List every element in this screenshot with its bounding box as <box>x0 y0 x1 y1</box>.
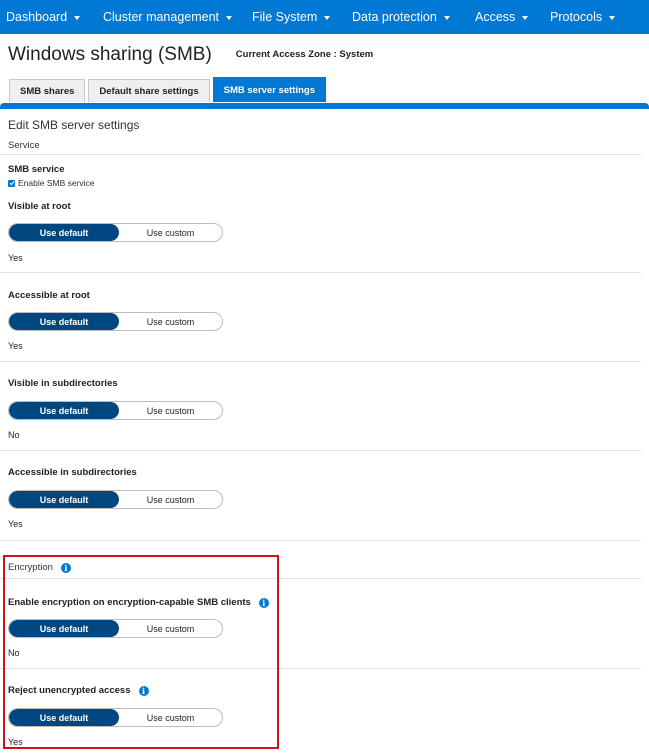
nav-dashboard-label: Dashboard <box>6 10 68 24</box>
visible-at-root-toggle: Use default Use custom <box>8 223 223 242</box>
chevron-down-icon <box>443 15 450 20</box>
nav-dashboard[interactable]: Dashboard <box>6 0 81 34</box>
accessible-at-root-value: Yes <box>8 341 23 351</box>
reject-unencrypted-access-label-text: Reject unencrypted access <box>8 685 131 696</box>
enable-smb-service-checkbox[interactable] <box>8 179 15 187</box>
chevron-down-icon <box>74 15 81 20</box>
use-custom-button[interactable]: Use custom <box>119 402 222 419</box>
divider <box>0 540 641 541</box>
use-default-button[interactable]: Use default <box>9 491 119 508</box>
smb-service-label: SMB service <box>8 164 65 175</box>
current-access-zone: Current Access Zone : System <box>235 49 374 60</box>
tab-underline <box>0 103 649 109</box>
use-default-button[interactable]: Use default <box>9 224 119 241</box>
use-custom-button[interactable]: Use custom <box>119 709 222 726</box>
visible-in-subdirectories-label: Visible in subdirectories <box>8 378 118 389</box>
use-default-button[interactable]: Use default <box>9 402 119 419</box>
info-icon[interactable]: i <box>138 685 149 696</box>
encryption-section-heading: Encryption i <box>8 562 71 573</box>
nav-access[interactable]: Access <box>475 0 529 34</box>
tab-bar: SMB shares Default share settings SMB se… <box>9 77 329 103</box>
enable-smb-service-checkbox-row[interactable]: Enable SMB service <box>8 178 95 188</box>
use-custom-button[interactable]: Use custom <box>119 620 222 637</box>
reject-unencrypted-access-value: Yes <box>8 737 23 747</box>
divider <box>0 361 641 362</box>
accessible-in-subdirectories-value: Yes <box>8 519 23 529</box>
tab-smb-server-settings[interactable]: SMB server settings <box>212 77 326 102</box>
encryption-section-label: Encryption <box>8 562 53 573</box>
use-custom-button[interactable]: Use custom <box>119 491 222 508</box>
nav-cluster-management[interactable]: Cluster management <box>103 0 233 34</box>
info-icon[interactable]: i <box>60 562 71 573</box>
accessible-at-root-label: Accessible at root <box>8 290 90 301</box>
form-heading: Edit SMB server settings <box>8 118 140 132</box>
tab-default-share-settings[interactable]: Default share settings <box>88 79 210 102</box>
nav-access-label: Access <box>475 10 516 24</box>
divider <box>0 272 641 273</box>
chevron-down-icon <box>226 15 233 20</box>
use-custom-button[interactable]: Use custom <box>119 224 222 241</box>
reject-unencrypted-access-toggle: Use default Use custom <box>8 708 223 727</box>
nav-protocols-label: Protocols <box>550 10 603 24</box>
divider <box>0 154 641 155</box>
divider <box>0 450 641 451</box>
use-custom-button[interactable]: Use custom <box>119 313 222 330</box>
visible-at-root-label: Visible at root <box>8 201 71 212</box>
nav-file-system-label: File System <box>252 10 318 24</box>
chevron-down-icon <box>609 15 616 20</box>
enable-encryption-label: Enable encryption on encryption-capable … <box>8 597 269 608</box>
chevron-down-icon <box>522 15 529 20</box>
reject-unencrypted-access-label: Reject unencrypted access i <box>8 685 149 696</box>
service-section-heading: Service <box>8 140 40 151</box>
nav-data-protection[interactable]: Data protection <box>352 0 450 34</box>
enable-encryption-value: No <box>8 648 20 658</box>
use-default-button[interactable]: Use default <box>9 313 119 330</box>
enable-encryption-toggle: Use default Use custom <box>8 619 223 638</box>
nav-protocols[interactable]: Protocols <box>550 0 616 34</box>
nav-data-protection-label: Data protection <box>352 10 437 24</box>
nav-cluster-management-label: Cluster management <box>103 10 220 24</box>
nav-file-system[interactable]: File System <box>252 0 331 34</box>
info-icon[interactable]: i <box>258 597 269 608</box>
accessible-in-subdirectories-toggle: Use default Use custom <box>8 490 223 509</box>
page-header: Windows sharing (SMB) Current Access Zon… <box>8 44 373 66</box>
chevron-down-icon <box>324 15 331 20</box>
tab-smb-shares[interactable]: SMB shares <box>9 79 86 102</box>
visible-at-root-value: Yes <box>8 253 23 263</box>
enable-smb-service-label: Enable SMB service <box>18 178 95 188</box>
use-default-button[interactable]: Use default <box>9 620 119 637</box>
use-default-button[interactable]: Use default <box>9 709 119 726</box>
divider <box>0 668 641 669</box>
page-title: Windows sharing (SMB) <box>8 44 212 65</box>
accessible-at-root-toggle: Use default Use custom <box>8 312 223 331</box>
enable-encryption-label-text: Enable encryption on encryption-capable … <box>8 597 251 608</box>
accessible-in-subdirectories-label: Accessible in subdirectories <box>8 467 137 478</box>
visible-in-subdirectories-toggle: Use default Use custom <box>8 401 223 420</box>
divider <box>0 578 641 579</box>
top-nav-bar: Dashboard Cluster management File System… <box>0 0 649 34</box>
visible-in-subdirectories-value: No <box>8 430 20 440</box>
check-icon <box>9 181 15 186</box>
